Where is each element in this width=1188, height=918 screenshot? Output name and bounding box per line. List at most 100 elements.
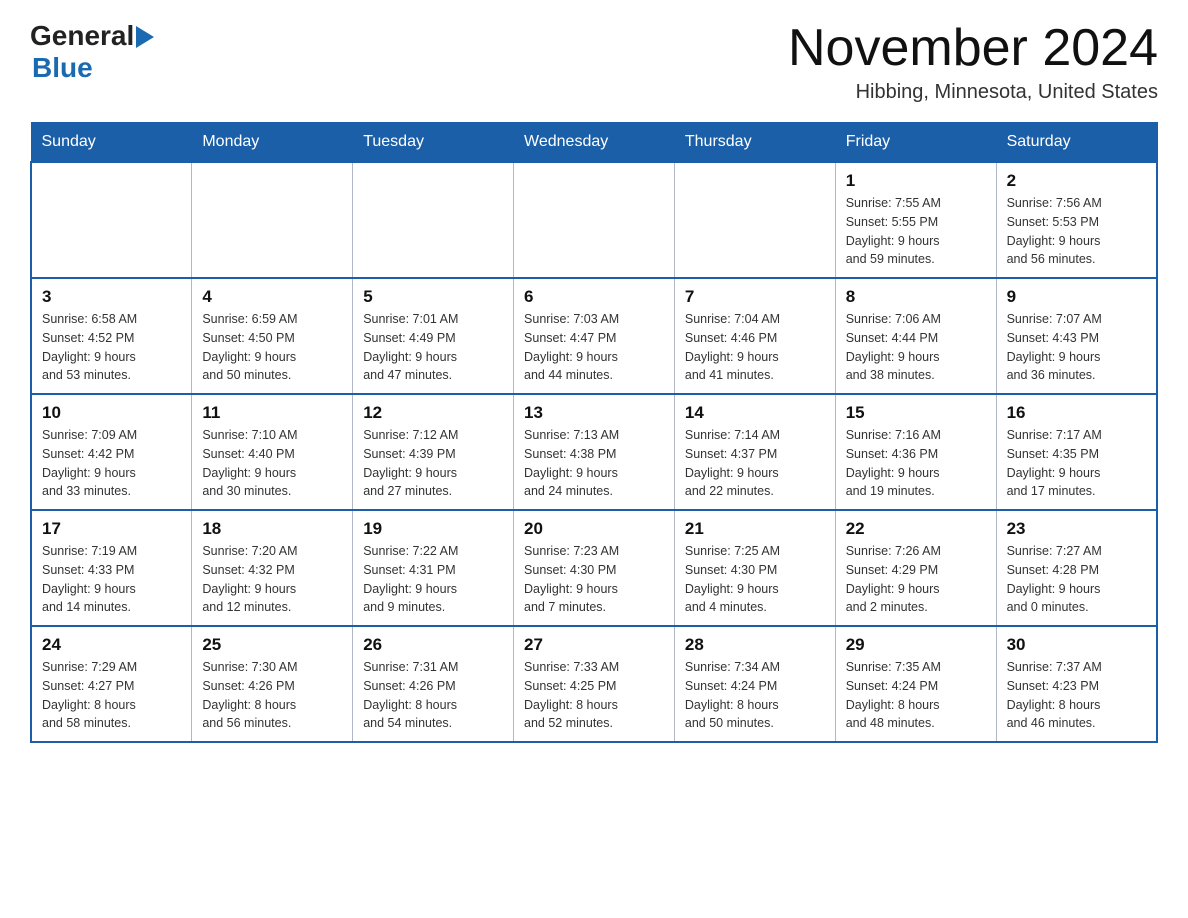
day-info: Sunrise: 7:34 AMSunset: 4:24 PMDaylight:…: [685, 658, 825, 733]
day-number: 4: [202, 287, 342, 307]
day-info: Sunrise: 7:35 AMSunset: 4:24 PMDaylight:…: [846, 658, 986, 733]
calendar-cell: [674, 162, 835, 278]
header-cell-saturday: Saturday: [996, 123, 1157, 163]
calendar-cell: 3 Sunrise: 6:58 AMSunset: 4:52 PMDaylight…: [31, 278, 192, 394]
calendar-cell: [514, 162, 675, 278]
calendar-cell: 26 Sunrise: 7:31 AMSunset: 4:26 PMDayligh…: [353, 626, 514, 742]
day-info: Sunrise: 7:10 AMSunset: 4:40 PMDaylight:…: [202, 426, 342, 501]
day-info: Sunrise: 7:33 AMSunset: 4:25 PMDaylight:…: [524, 658, 664, 733]
day-info: Sunrise: 7:17 AMSunset: 4:35 PMDaylight:…: [1007, 426, 1146, 501]
calendar-week-1: 1 Sunrise: 7:55 AMSunset: 5:55 PMDaylight…: [31, 162, 1157, 278]
day-info: Sunrise: 7:56 AMSunset: 5:53 PMDaylight:…: [1007, 194, 1146, 269]
day-number: 29: [846, 635, 986, 655]
day-number: 27: [524, 635, 664, 655]
calendar-table: SundayMondayTuesdayWednesdayThursdayFrid…: [30, 122, 1158, 743]
day-info: Sunrise: 7:09 AMSunset: 4:42 PMDaylight:…: [42, 426, 181, 501]
day-number: 3: [42, 287, 181, 307]
calendar-cell: 7 Sunrise: 7:04 AMSunset: 4:46 PMDaylight…: [674, 278, 835, 394]
page-header: General Blue November 2024 Hibbing, Minn…: [30, 20, 1158, 104]
header-cell-monday: Monday: [192, 123, 353, 163]
day-info: Sunrise: 7:16 AMSunset: 4:36 PMDaylight:…: [846, 426, 986, 501]
calendar-cell: 30Sunrise: 7:37 AMSunset: 4:23 PMDayligh…: [996, 626, 1157, 742]
calendar-cell: 22 Sunrise: 7:26 AMSunset: 4:29 PMDayligh…: [835, 510, 996, 626]
day-info: Sunrise: 7:29 AMSunset: 4:27 PMDaylight:…: [42, 658, 181, 733]
day-number: 20: [524, 519, 664, 539]
calendar-cell: 1 Sunrise: 7:55 AMSunset: 5:55 PMDaylight…: [835, 162, 996, 278]
header-cell-wednesday: Wednesday: [514, 123, 675, 163]
calendar-cell: 15Sunrise: 7:16 AMSunset: 4:36 PMDayligh…: [835, 394, 996, 510]
day-info: Sunrise: 6:59 AMSunset: 4:50 PMDaylight:…: [202, 310, 342, 385]
logo-blue-text: Blue: [32, 52, 93, 84]
day-info: Sunrise: 7:26 AMSunset: 4:29 PMDaylight:…: [846, 542, 986, 617]
day-number: 13: [524, 403, 664, 423]
calendar-week-2: 3 Sunrise: 6:58 AMSunset: 4:52 PMDaylight…: [31, 278, 1157, 394]
day-info: Sunrise: 7:37 AMSunset: 4:23 PMDaylight:…: [1007, 658, 1146, 733]
calendar-cell: 14Sunrise: 7:14 AMSunset: 4:37 PMDayligh…: [674, 394, 835, 510]
day-info: Sunrise: 7:27 AMSunset: 4:28 PMDaylight:…: [1007, 542, 1146, 617]
calendar-cell: 25Sunrise: 7:30 AMSunset: 4:26 PMDayligh…: [192, 626, 353, 742]
calendar-week-4: 17 Sunrise: 7:19 AMSunset: 4:33 PMDayligh…: [31, 510, 1157, 626]
calendar-cell: [31, 162, 192, 278]
day-number: 8: [846, 287, 986, 307]
day-info: Sunrise: 7:03 AMSunset: 4:47 PMDaylight:…: [524, 310, 664, 385]
calendar-cell: 16 Sunrise: 7:17 AMSunset: 4:35 PMDayligh…: [996, 394, 1157, 510]
day-info: Sunrise: 7:07 AMSunset: 4:43 PMDaylight:…: [1007, 310, 1146, 385]
header-cell-friday: Friday: [835, 123, 996, 163]
day-number: 22: [846, 519, 986, 539]
day-number: 28: [685, 635, 825, 655]
calendar-cell: [353, 162, 514, 278]
header-row: SundayMondayTuesdayWednesdayThursdayFrid…: [31, 123, 1157, 163]
calendar-cell: 20 Sunrise: 7:23 AMSunset: 4:30 PMDayligh…: [514, 510, 675, 626]
day-info: Sunrise: 7:04 AMSunset: 4:46 PMDaylight:…: [685, 310, 825, 385]
day-number: 5: [363, 287, 503, 307]
header-cell-tuesday: Tuesday: [353, 123, 514, 163]
logo-general-text: General: [30, 20, 134, 52]
day-number: 7: [685, 287, 825, 307]
day-info: Sunrise: 6:58 AMSunset: 4:52 PMDaylight:…: [42, 310, 181, 385]
day-number: 6: [524, 287, 664, 307]
logo: General Blue: [30, 20, 154, 84]
day-number: 23: [1007, 519, 1146, 539]
header-cell-sunday: Sunday: [31, 123, 192, 163]
day-info: Sunrise: 7:25 AMSunset: 4:30 PMDaylight:…: [685, 542, 825, 617]
calendar-header: SundayMondayTuesdayWednesdayThursdayFrid…: [31, 123, 1157, 163]
day-info: Sunrise: 7:55 AMSunset: 5:55 PMDaylight:…: [846, 194, 986, 269]
calendar-cell: 24Sunrise: 7:29 AMSunset: 4:27 PMDayligh…: [31, 626, 192, 742]
day-number: 26: [363, 635, 503, 655]
calendar-cell: 13Sunrise: 7:13 AMSunset: 4:38 PMDayligh…: [514, 394, 675, 510]
day-info: Sunrise: 7:23 AMSunset: 4:30 PMDaylight:…: [524, 542, 664, 617]
day-info: Sunrise: 7:06 AMSunset: 4:44 PMDaylight:…: [846, 310, 986, 385]
calendar-subtitle: Hibbing, Minnesota, United States: [788, 81, 1158, 104]
calendar-cell: 27 Sunrise: 7:33 AMSunset: 4:25 PMDayligh…: [514, 626, 675, 742]
header-cell-thursday: Thursday: [674, 123, 835, 163]
calendar-cell: 19Sunrise: 7:22 AMSunset: 4:31 PMDayligh…: [353, 510, 514, 626]
day-number: 10: [42, 403, 181, 423]
day-info: Sunrise: 7:14 AMSunset: 4:37 PMDaylight:…: [685, 426, 825, 501]
day-info: Sunrise: 7:31 AMSunset: 4:26 PMDaylight:…: [363, 658, 503, 733]
day-info: Sunrise: 7:12 AMSunset: 4:39 PMDaylight:…: [363, 426, 503, 501]
calendar-cell: 5Sunrise: 7:01 AMSunset: 4:49 PMDaylight…: [353, 278, 514, 394]
logo-arrow-icon: [136, 26, 154, 48]
day-number: 1: [846, 171, 986, 191]
calendar-cell: 28 Sunrise: 7:34 AMSunset: 4:24 PMDayligh…: [674, 626, 835, 742]
calendar-cell: [192, 162, 353, 278]
calendar-cell: 9Sunrise: 7:07 AMSunset: 4:43 PMDaylight…: [996, 278, 1157, 394]
calendar-cell: 17 Sunrise: 7:19 AMSunset: 4:33 PMDayligh…: [31, 510, 192, 626]
calendar-cell: 11 Sunrise: 7:10 AMSunset: 4:40 PMDayligh…: [192, 394, 353, 510]
day-number: 16: [1007, 403, 1146, 423]
day-info: Sunrise: 7:19 AMSunset: 4:33 PMDaylight:…: [42, 542, 181, 617]
calendar-cell: 18 Sunrise: 7:20 AMSunset: 4:32 PMDayligh…: [192, 510, 353, 626]
calendar-cell: 4 Sunrise: 6:59 AMSunset: 4:50 PMDaylight…: [192, 278, 353, 394]
day-number: 17: [42, 519, 181, 539]
day-info: Sunrise: 7:20 AMSunset: 4:32 PMDaylight:…: [202, 542, 342, 617]
calendar-cell: 29 Sunrise: 7:35 AMSunset: 4:24 PMDayligh…: [835, 626, 996, 742]
day-number: 12: [363, 403, 503, 423]
day-number: 11: [202, 403, 342, 423]
calendar-cell: 23 Sunrise: 7:27 AMSunset: 4:28 PMDayligh…: [996, 510, 1157, 626]
day-info: Sunrise: 7:22 AMSunset: 4:31 PMDaylight:…: [363, 542, 503, 617]
calendar-week-5: 24Sunrise: 7:29 AMSunset: 4:27 PMDayligh…: [31, 626, 1157, 742]
day-number: 18: [202, 519, 342, 539]
calendar-cell: 12 Sunrise: 7:12 AMSunset: 4:39 PMDayligh…: [353, 394, 514, 510]
calendar-cell: 2Sunrise: 7:56 AMSunset: 5:53 PMDaylight…: [996, 162, 1157, 278]
title-block: November 2024 Hibbing, Minnesota, United…: [788, 20, 1158, 104]
